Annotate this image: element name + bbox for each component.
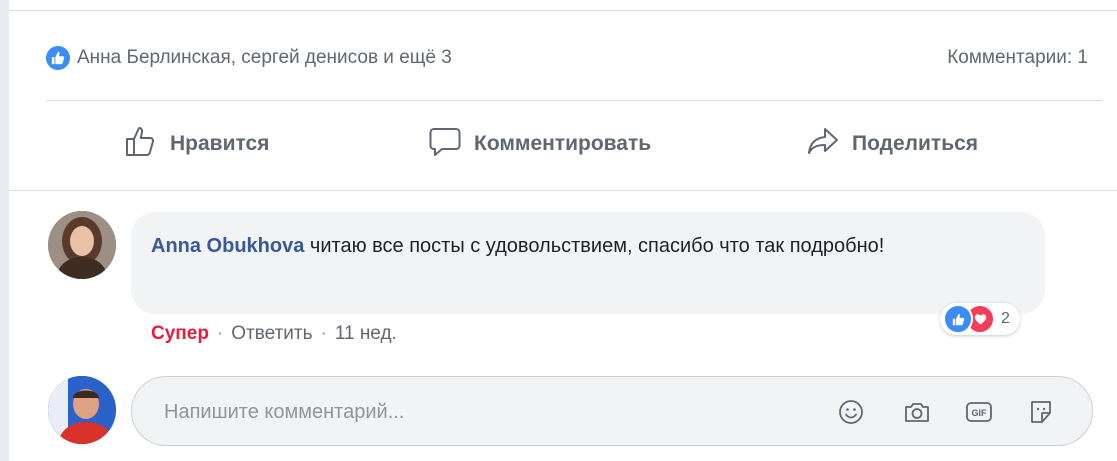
- thumbs-up-icon: [124, 124, 170, 164]
- comment-reaction-button[interactable]: Супер: [151, 323, 209, 345]
- comment-author-link[interactable]: Anna Obukhova: [151, 235, 304, 257]
- meta-separator: ·: [320, 323, 327, 344]
- meta-separator: ·: [216, 323, 224, 344]
- like-badge-icon[interactable]: [46, 46, 70, 70]
- reply-link[interactable]: Ответить: [231, 323, 312, 345]
- emoji-icon[interactable]: [836, 397, 866, 427]
- summary-divider: [46, 100, 1102, 101]
- commenter-avatar[interactable]: [48, 211, 116, 279]
- user-avatar[interactable]: [48, 376, 116, 444]
- camera-icon[interactable]: [902, 397, 932, 427]
- comment-label: Комментировать: [474, 132, 652, 155]
- comment-bubble: Anna Obukhova читаю все посты с удовольс…: [131, 212, 1045, 314]
- like-label: Нравится: [170, 132, 270, 155]
- like-reaction-icon: [943, 304, 973, 334]
- top-divider: [9, 0, 1117, 11]
- like-button[interactable]: Нравится: [124, 118, 269, 170]
- comments-count[interactable]: Комментарии: 1: [947, 47, 1088, 69]
- left-border: [0, 0, 9, 461]
- comment-reactions[interactable]: 2: [940, 303, 1020, 335]
- actions-divider: [9, 190, 1117, 191]
- svg-text:GIF: GIF: [972, 408, 988, 418]
- post-summary: Анна Берлинская, сергей денисов и ещё 3 …: [46, 40, 1102, 76]
- reaction-count: 2: [1001, 310, 1010, 327]
- comment-meta: Супер · Ответить · 11 нед.: [151, 320, 397, 348]
- share-button[interactable]: Поделиться: [806, 118, 978, 170]
- comment-composer[interactable]: GIF: [131, 376, 1093, 446]
- comment-button[interactable]: Комментировать: [428, 118, 651, 170]
- speech-bubble-icon: [428, 124, 474, 164]
- comment-text: читаю все посты с удовольствием, спасибо…: [304, 235, 885, 257]
- share-label: Поделиться: [852, 132, 979, 155]
- likers-text[interactable]: Анна Берлинская, сергей денисов и ещё 3: [77, 47, 452, 69]
- comment-input[interactable]: [162, 395, 786, 429]
- sticker-icon[interactable]: [1026, 397, 1056, 427]
- gif-icon[interactable]: GIF: [964, 397, 994, 427]
- comment-timestamp[interactable]: 11 нед.: [335, 323, 397, 345]
- post-actions: Нравится Комментировать Поделиться: [46, 118, 1102, 170]
- comment-body: Anna Obukhova читаю все посты с удовольс…: [151, 230, 1031, 262]
- share-arrow-icon: [806, 124, 852, 164]
